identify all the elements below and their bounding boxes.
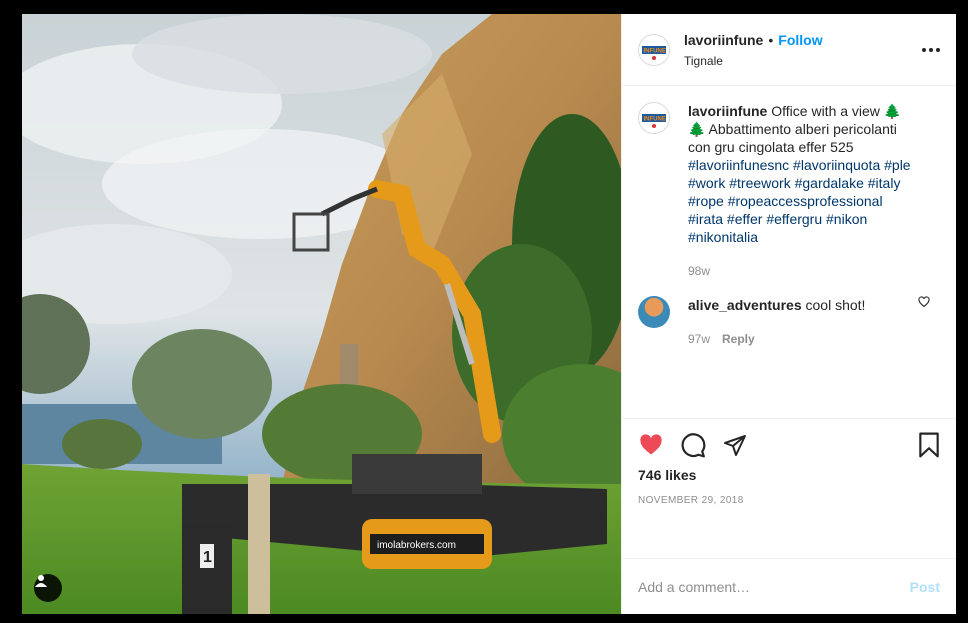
post-sidebar: INFUNE lavoriinfune • Follow Tignale INF… xyxy=(621,14,956,614)
truck-label: imolabrokers.com xyxy=(377,540,456,551)
caption-avatar[interactable]: INFUNE xyxy=(638,102,670,134)
comments-section: INFUNE lavoriinfune Office with a view 🌲… xyxy=(622,86,956,418)
photo-scene: imolabrokers.com 1 xyxy=(22,14,621,614)
post-photo[interactable]: imolabrokers.com 1 xyxy=(22,14,621,614)
add-comment-bar: Post xyxy=(622,558,956,614)
save-icon[interactable] xyxy=(918,432,940,458)
reply-button[interactable]: Reply xyxy=(722,330,755,348)
logo-text: INFUNE xyxy=(644,48,666,54)
comment-input[interactable] xyxy=(638,578,910,595)
caption-username[interactable]: lavoriinfune xyxy=(688,103,767,119)
comment-like-icon[interactable] xyxy=(918,296,930,308)
author-avatar[interactable]: INFUNE xyxy=(638,33,670,66)
post-modal: imolabrokers.com 1 INFUNE lavoriinfune •… xyxy=(22,14,956,614)
user-icon xyxy=(35,575,47,587)
commenter-avatar[interactable] xyxy=(638,296,670,328)
tagged-users-button[interactable] xyxy=(34,574,62,602)
logo-icon: INFUNE xyxy=(642,45,666,60)
caption-hashtags[interactable]: #lavoriinfunesnc #lavoriinquota #ple #wo… xyxy=(688,157,911,245)
post-header: INFUNE lavoriinfune • Follow Tignale xyxy=(622,14,956,86)
post-location[interactable]: Tignale xyxy=(684,54,823,68)
comment-item: alive_adventures cool shot! 97w Reply xyxy=(638,296,940,348)
separator-dot: • xyxy=(768,31,774,48)
post-actions: 746 likes NOVEMBER 29, 2018 xyxy=(622,418,956,558)
logo-icon: INFUNE xyxy=(642,114,666,128)
post-comment-button[interactable]: Post xyxy=(910,579,940,595)
share-icon[interactable] xyxy=(722,433,748,457)
comment-time[interactable]: 97w xyxy=(688,330,710,348)
more-options-icon[interactable] xyxy=(922,48,940,52)
post-number: 1 xyxy=(203,549,212,566)
caption: INFUNE lavoriinfune Office with a view 🌲… xyxy=(638,102,940,280)
logo-text: INFUNE xyxy=(644,117,666,123)
comment-text: cool shot! xyxy=(805,297,866,313)
author-username[interactable]: lavoriinfune xyxy=(684,32,763,48)
post-date[interactable]: NOVEMBER 29, 2018 xyxy=(638,495,940,506)
comment-username[interactable]: alive_adventures xyxy=(688,297,802,313)
like-count[interactable]: 746 likes xyxy=(638,467,940,483)
comment-icon[interactable] xyxy=(680,432,706,458)
caption-time[interactable]: 98w xyxy=(688,262,710,280)
like-icon[interactable] xyxy=(638,433,664,457)
follow-button[interactable]: Follow xyxy=(778,32,822,48)
